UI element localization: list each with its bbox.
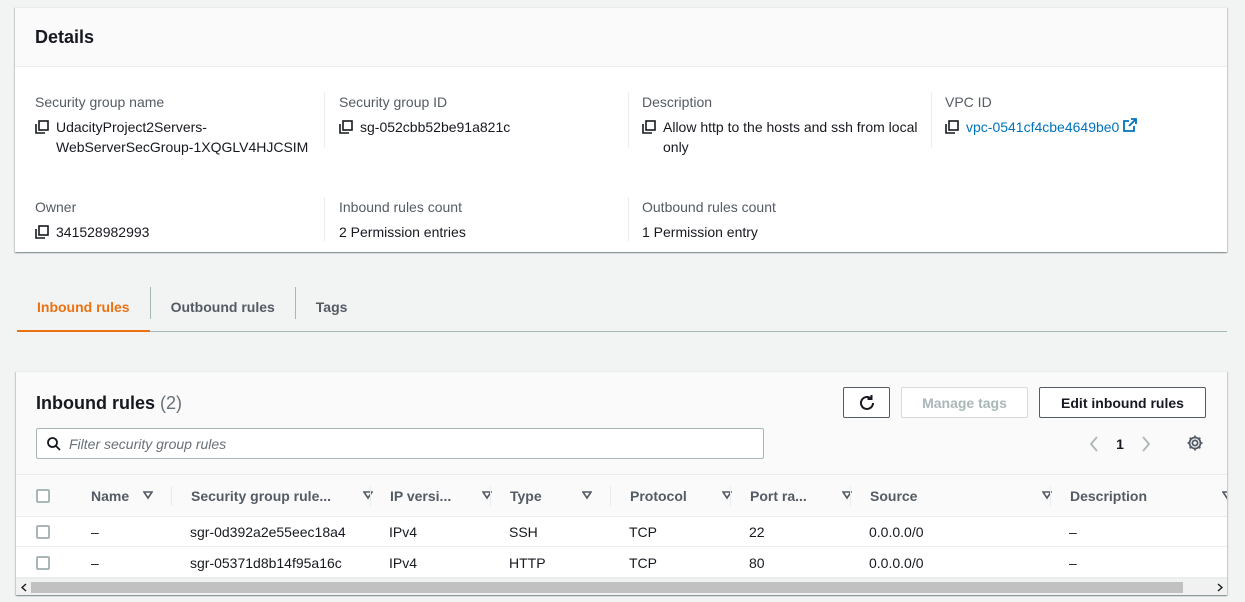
rules-title-text: Inbound rules: [36, 393, 155, 413]
field-value: UdacityProject2Servers-WebServerSecGroup…: [56, 119, 309, 155]
cell-name: –: [91, 524, 99, 540]
col-name[interactable]: Name: [91, 475, 171, 517]
cell-description: –: [1069, 524, 1077, 540]
cell-ip-version: IPv4: [389, 524, 418, 540]
filter-box: [36, 428, 764, 459]
cell-name: –: [91, 555, 99, 571]
tab-tags[interactable]: Tags: [296, 283, 368, 331]
external-link-icon[interactable]: [1123, 117, 1138, 137]
copy-icon[interactable]: [642, 117, 658, 137]
field-sg-id: Security group ID sg-052cbb52be91a821c: [339, 92, 629, 148]
search-icon: [47, 436, 61, 451]
field-sg-name: Security group name UdacityProject2Serve…: [35, 92, 325, 155]
refresh-icon: [859, 394, 874, 410]
scrollbar-thumb[interactable]: [31, 582, 1183, 593]
field-label: VPC ID: [945, 94, 992, 110]
filter-input[interactable]: [69, 435, 749, 452]
rules-header: Inbound rules (2) Manage tags Edit inbou…: [16, 372, 1227, 474]
sort-down-icon: [1222, 491, 1227, 500]
tab-outbound-rules[interactable]: Outbound rules: [151, 283, 295, 331]
field-label: Security group name: [35, 94, 165, 110]
details-title: Details: [35, 26, 95, 47]
col-rule-id[interactable]: Security group rule...: [191, 475, 391, 517]
field-inbound-count: Inbound rules count 2 Permission entries: [339, 197, 629, 241]
horizontal-scrollbar[interactable]: [16, 578, 1227, 595]
copy-icon[interactable]: [35, 117, 51, 137]
col-port-range[interactable]: Port ra...: [750, 475, 870, 517]
scroll-left-icon[interactable]: [16, 579, 31, 595]
copy-icon[interactable]: [945, 117, 961, 137]
tab-inbound-rules[interactable]: Inbound rules: [17, 283, 150, 332]
prev-page-button[interactable]: [1082, 430, 1106, 457]
cell-source: 0.0.0.0/0: [869, 555, 924, 571]
rules-count: (2): [160, 393, 183, 413]
sort-down-icon: [143, 491, 153, 500]
cell-port-range: 80: [749, 555, 765, 571]
details-panel: Details Security group name UdacityProje…: [15, 7, 1227, 252]
next-page-button[interactable]: [1134, 430, 1158, 457]
vpc-id-link[interactable]: vpc-0541cf4cbe4649be0: [966, 117, 1119, 137]
rules-title: Inbound rules (2): [36, 392, 182, 414]
copy-icon[interactable]: [35, 222, 51, 242]
field-vpc-id: VPC ID vpc-0541cf4cbe4649be0: [945, 92, 1235, 148]
cell-port-range: 22: [749, 524, 765, 540]
col-ip-version[interactable]: IP versi...: [390, 475, 510, 517]
pagination: 1: [1082, 430, 1158, 457]
cell-protocol: TCP: [629, 555, 657, 571]
field-outbound-count: Outbound rules count 1 Permission entry: [642, 197, 932, 241]
table-row[interactable]: – sgr-05371d8b14f95a16c IPv4 HTTP TCP 80…: [16, 548, 1227, 578]
field-label: Description: [642, 94, 713, 110]
cell-type: HTTP: [509, 555, 546, 571]
cell-rule-id: sgr-0d392a2e55eec18a4: [190, 524, 346, 540]
col-type[interactable]: Type: [510, 475, 610, 517]
cell-ip-version: IPv4: [389, 555, 418, 571]
inbound-rules-panel: Inbound rules (2) Manage tags Edit inbou…: [16, 371, 1227, 595]
manage-tags-button[interactable]: Manage tags: [901, 387, 1028, 418]
select-all-checkbox[interactable]: [36, 475, 50, 517]
field-label: Security group ID: [339, 94, 448, 110]
tab-bar: Inbound rules Outbound rules Tags: [17, 283, 1227, 332]
row-checkbox[interactable]: [36, 548, 50, 578]
sort-down-icon: [582, 491, 592, 500]
field-owner: Owner 341528982993: [35, 197, 325, 241]
gear-icon[interactable]: [1186, 434, 1204, 455]
field-value: sg-052cbb52be91a821c: [360, 119, 511, 135]
field-description: Description Allow http to the hosts and …: [642, 92, 932, 155]
cell-type: SSH: [509, 524, 538, 540]
current-page[interactable]: 1: [1106, 436, 1134, 452]
col-description[interactable]: Description: [1070, 475, 1227, 517]
edit-inbound-rules-button[interactable]: Edit inbound rules: [1039, 387, 1206, 418]
field-label: Outbound rules count: [642, 199, 776, 215]
field-label: Owner: [35, 199, 77, 215]
cell-rule-id: sgr-05371d8b14f95a16c: [190, 555, 342, 571]
sort-down-icon: [363, 491, 373, 500]
col-source[interactable]: Source: [870, 475, 1070, 517]
copy-icon[interactable]: [339, 117, 355, 137]
table-header: Name Security group rule... IP versi... …: [16, 474, 1227, 517]
scroll-right-icon[interactable]: [1212, 579, 1227, 595]
row-checkbox[interactable]: [36, 517, 50, 547]
field-value: 1 Permission entry: [642, 224, 758, 240]
field-label: Inbound rules count: [339, 199, 462, 215]
cell-protocol: TCP: [629, 524, 657, 540]
col-protocol[interactable]: Protocol: [630, 475, 750, 517]
field-value: Allow http to the hosts and ssh from loc…: [663, 119, 918, 155]
table-row[interactable]: – sgr-0d392a2e55eec18a4 IPv4 SSH TCP 22 …: [16, 517, 1227, 547]
details-header: Details: [15, 8, 1227, 67]
cell-source: 0.0.0.0/0: [869, 524, 924, 540]
field-value: 2 Permission entries: [339, 224, 466, 240]
cell-description: –: [1069, 555, 1077, 571]
refresh-button[interactable]: [843, 387, 890, 418]
field-value: 341528982993: [56, 224, 150, 240]
